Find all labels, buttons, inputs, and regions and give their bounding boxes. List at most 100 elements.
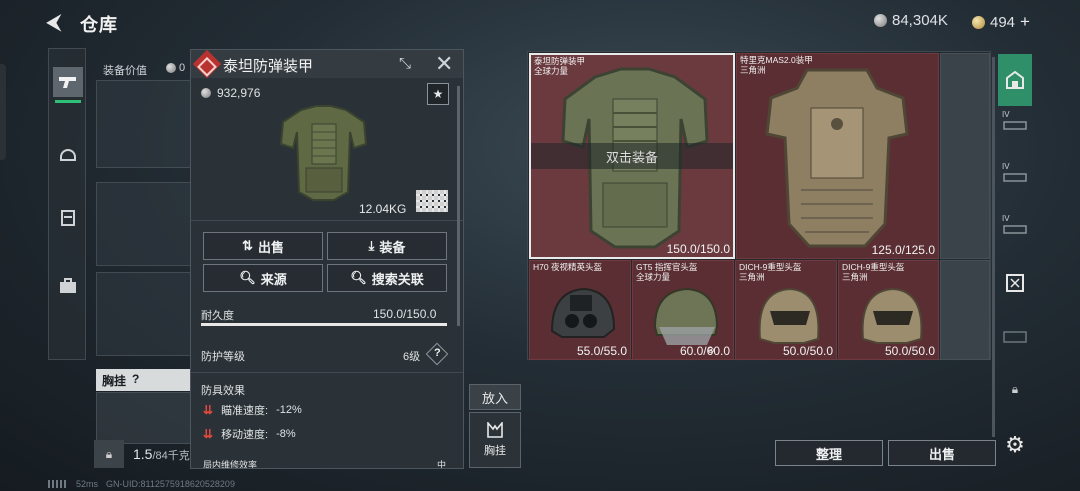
help-icon[interactable]: ?: [132, 372, 139, 388]
tab-weapons[interactable]: [53, 67, 83, 103]
signal-icon: [48, 480, 68, 488]
tab-case-2[interactable]: IV: [998, 160, 1032, 194]
weapon-slot-primary[interactable]: [96, 80, 194, 168]
repair-label: 局内维修效率: [203, 460, 258, 469]
chest-rig-icon: [487, 422, 503, 438]
divider: [191, 372, 463, 373]
armor-image: [765, 68, 909, 248]
star-icon: ★: [432, 87, 444, 101]
item-price: 932,976: [201, 86, 260, 100]
put-in-button[interactable]: 放入: [469, 384, 521, 410]
item-detail-panel: 泰坦防弹装甲 ⤡ ✕ 932,976 ★ 12.04KG ⇅ 出售 ⤓ 装备 🔍︎ 来…: [190, 49, 464, 469]
weapon-case-icon: [1003, 225, 1027, 234]
sell-button[interactable]: ⇅ 出售: [203, 232, 323, 260]
chest-rig-slot[interactable]: [96, 392, 192, 444]
sell-all-button[interactable]: 出售: [888, 440, 996, 466]
durability-bar: [201, 323, 447, 326]
gear-box-icon: [1006, 274, 1024, 292]
chest-rig-header[interactable]: 胸挂 ?: [96, 369, 196, 391]
inventory-grid: 双击装备 泰坦防弹装甲 全球力量 150.0/150.0 特里克MAS2.0装甲三…: [527, 51, 991, 360]
favorite-button[interactable]: ★: [427, 83, 449, 105]
durability-value: 150.0/150.0: [373, 307, 437, 321]
weapon-slot-melee[interactable]: [96, 272, 194, 356]
currency-premium[interactable]: 494 +: [972, 12, 1030, 32]
item-durability: 60.0/60.0: [679, 344, 730, 358]
search-related-button[interactable]: 🔍︎ 搜索关联: [327, 264, 447, 292]
weapon-case-icon: [1003, 121, 1027, 130]
search-icon: 🔍︎: [239, 270, 256, 285]
add-currency-button[interactable]: +: [1020, 12, 1030, 32]
tab-gear-box[interactable]: [998, 266, 1032, 300]
item-dich9-helmet-1[interactable]: DICH-9重型头盔 三角洲 50.0/50.0: [735, 260, 837, 360]
side-handle[interactable]: [0, 64, 6, 160]
shrink-icon[interactable]: ⤡: [399, 55, 411, 72]
tab-backpack[interactable]: [53, 271, 83, 301]
item-durability: 150.0/150.0: [666, 242, 730, 256]
container-icon: [1003, 331, 1027, 343]
tab-storage[interactable]: [998, 54, 1032, 106]
item-size-grid-icon: [416, 190, 448, 212]
locked-slot-lock-icon[interactable]: 🔒︎: [998, 372, 1032, 406]
lock-icon[interactable]: 🔒︎: [94, 440, 124, 468]
equip-value-label: 装备价值: [103, 65, 147, 77]
tab-helmet[interactable]: [53, 139, 83, 169]
effect-aim: ⇊ 瞄准速度: -12%: [203, 403, 302, 417]
status-bar: 52ms GN-UID:8112575918620528209: [48, 479, 235, 489]
coins-value: 84,304K: [892, 12, 948, 29]
source-button[interactable]: 🔍︎ 来源: [203, 264, 323, 292]
pistol-icon: [59, 77, 76, 88]
weapon-case-icon: [1003, 173, 1027, 182]
capacity: 1.5/84千克: [133, 446, 190, 462]
help-icon-mark: ?: [434, 347, 441, 359]
empty-grid-slot[interactable]: [940, 53, 990, 259]
item-durability: 50.0/50.0: [884, 344, 935, 358]
item-name: 泰坦防弹装甲: [223, 58, 314, 75]
ping: 52ms: [76, 479, 99, 489]
protection-label: 防护等级: [201, 351, 245, 363]
settings-gear-icon[interactable]: ⚙: [998, 428, 1032, 462]
currency-coins: 84,304K: [874, 12, 948, 29]
premium-coin-icon: [972, 15, 985, 29]
effects-title: 防具效果: [201, 385, 245, 397]
tab-case-1[interactable]: IV: [998, 108, 1032, 142]
helmet-image: [653, 287, 719, 345]
item-titan-armor[interactable]: 双击装备 泰坦防弹装甲 全球力量 150.0/150.0: [529, 53, 735, 259]
chest-rig-target-slot[interactable]: 胸挂: [469, 412, 521, 468]
tab-case-3[interactable]: IV: [998, 212, 1032, 246]
sort-button[interactable]: 整理: [775, 440, 883, 466]
case-icon: [60, 278, 76, 293]
active-indicator: [55, 100, 81, 103]
durability-label: 耐久度: [201, 310, 234, 322]
down-arrow-icon: ⇊: [203, 403, 214, 417]
weapon-slot-secondary[interactable]: [96, 182, 194, 266]
durability-fill: [201, 323, 447, 326]
item-h70-helmet[interactable]: H70 夜视精英头盔 55.0/55.0: [529, 260, 631, 360]
coin-icon: [166, 63, 176, 73]
back-arrow-icon[interactable]: ⮜: [46, 10, 70, 34]
armor-class-icon: [192, 50, 222, 79]
helmet-image: [861, 287, 923, 344]
storage-icon: [1006, 70, 1024, 89]
item-durability: 125.0/125.0: [871, 243, 935, 257]
protection-value: 6级: [403, 351, 421, 363]
close-icon[interactable]: ✕: [435, 51, 453, 77]
coin-icon: [874, 14, 887, 27]
double-click-hint: 双击装备: [531, 143, 733, 169]
uid: GN-UID:8112575918620528209: [106, 479, 235, 489]
equip-button[interactable]: ⤓ 装备: [327, 232, 447, 260]
item-gt5-helmet[interactable]: GT5 指挥官头盔 全球力量 ⊘ 60.0/60.0: [632, 260, 734, 360]
right-sidebar: IV IV IV 🔒︎ ⚙: [996, 50, 1034, 460]
item-trek-mas-armor[interactable]: 特里克MAS2.0装甲 三角洲 125.0/125.0: [736, 53, 939, 259]
effect-move: ⇊ 移动速度: -8%: [203, 427, 296, 441]
coin-icon: [201, 88, 211, 98]
tab-armor[interactable]: [53, 203, 83, 233]
tab-extra[interactable]: [998, 320, 1032, 354]
armor-image: [279, 105, 368, 201]
item-dich9-helmet-2[interactable]: DICH-9重型头盔 三角洲 50.0/50.0: [838, 260, 939, 360]
grid-scrollbar[interactable]: [992, 57, 995, 437]
detail-scrollbar[interactable]: [457, 86, 460, 326]
down-arrow-icon: ⇊: [203, 427, 214, 441]
item-weight: 12.04KG: [359, 202, 407, 216]
empty-grid-slot[interactable]: [940, 260, 990, 360]
item-durability: 50.0/50.0: [782, 344, 833, 358]
